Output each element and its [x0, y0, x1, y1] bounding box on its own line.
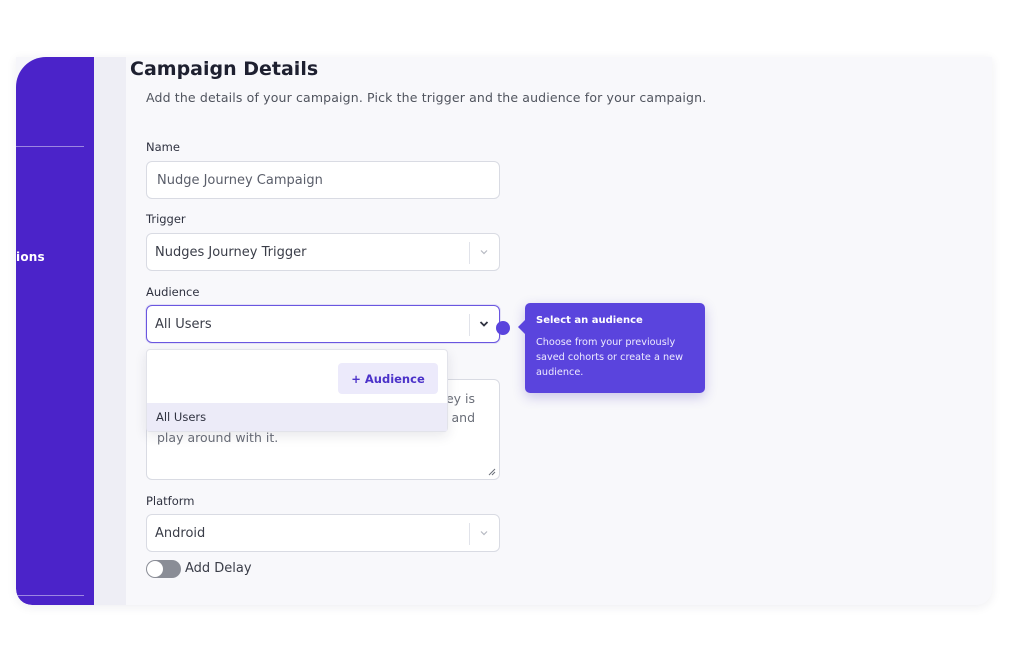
platform-value: Android: [155, 525, 206, 541]
add-delay-toggle[interactable]: [146, 560, 181, 578]
toggle-knob: [147, 561, 163, 577]
audience-select[interactable]: All Users: [146, 305, 500, 343]
dot-indicator-icon: [496, 321, 510, 335]
chevron-down-icon[interactable]: [477, 526, 491, 540]
sidebar: ions: [16, 57, 94, 605]
audience-option[interactable]: All Users: [147, 403, 447, 431]
trigger-select[interactable]: Nudges Journey Trigger: [146, 233, 500, 271]
audience-dropdown: + Audience All Users: [146, 349, 448, 432]
description-text: play around with it.: [157, 430, 279, 445]
select-divider: [469, 242, 470, 264]
tooltip-title: Select an audience: [536, 315, 643, 326]
description-text: ey is: [445, 391, 475, 406]
content-gutter: [94, 57, 126, 605]
description-text: : and: [443, 410, 475, 425]
page-title: Campaign Details: [130, 58, 319, 80]
chevron-down-icon[interactable]: [477, 317, 491, 331]
add-delay-label: Add Delay: [185, 561, 252, 576]
name-input[interactable]: Nudge Journey Campaign: [146, 161, 500, 199]
audience-value: All Users: [155, 316, 212, 332]
name-label: Name: [146, 140, 180, 154]
select-divider: [469, 523, 470, 545]
chevron-down-icon[interactable]: [477, 245, 491, 259]
audience-label: Audience: [146, 285, 200, 299]
sidebar-divider: [16, 146, 84, 147]
onboarding-tooltip: Select an audience Choose from your prev…: [518, 303, 705, 393]
sidebar-divider: [16, 595, 84, 596]
platform-select[interactable]: Android: [146, 514, 500, 552]
tooltip-body: Choose from your previously saved cohort…: [536, 337, 683, 378]
select-divider: [469, 314, 470, 336]
trigger-label: Trigger: [146, 212, 186, 226]
add-audience-button[interactable]: + Audience: [338, 363, 438, 394]
page-subtitle: Add the details of your campaign. Pick t…: [146, 90, 707, 105]
platform-label: Platform: [146, 494, 195, 508]
trigger-value: Nudges Journey Trigger: [155, 244, 307, 260]
resize-handle-icon[interactable]: [488, 468, 496, 476]
sidebar-item-label[interactable]: ions: [16, 250, 45, 264]
